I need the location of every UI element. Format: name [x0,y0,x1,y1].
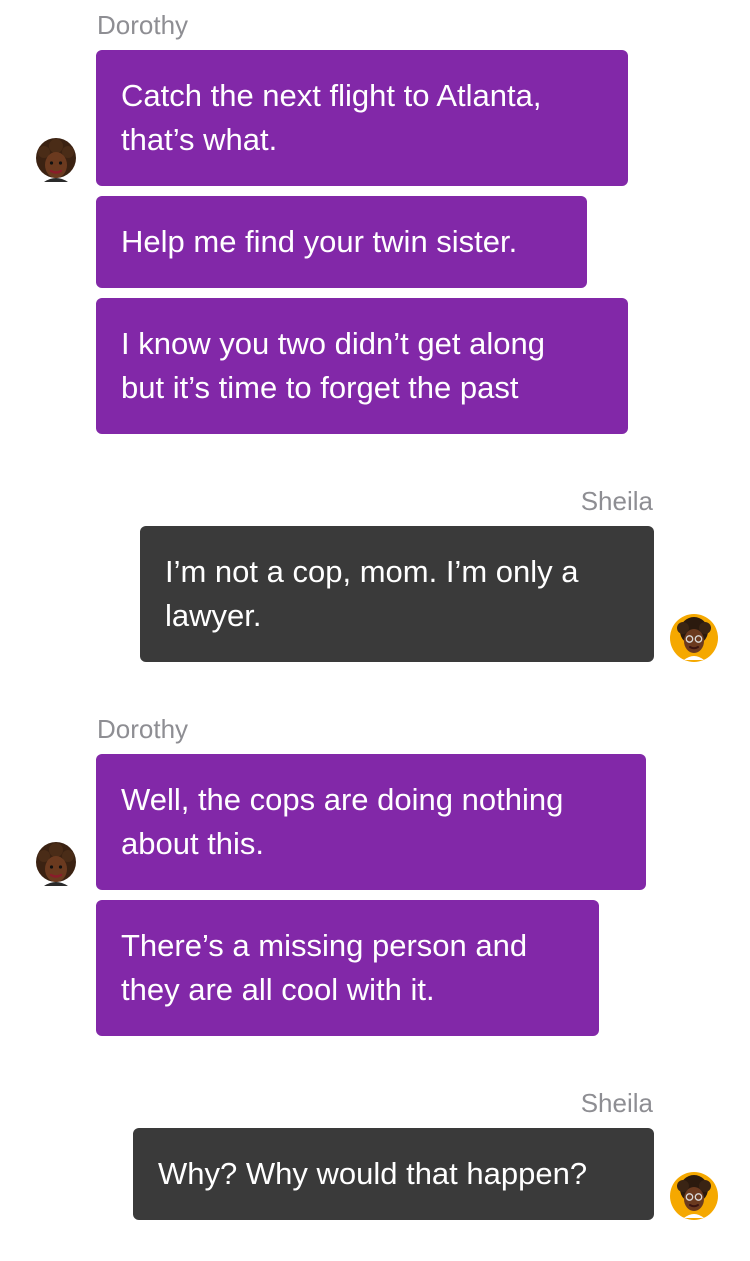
message-line: they are all cool with it. [121,972,435,1007]
sender-name-sheila: Sheila [580,1088,653,1118]
message-line: Why? Why would that happen? [158,1156,588,1191]
message-line: Well, the cops are doing nothing [121,782,564,817]
dorothy-avatar-icon[interactable] [32,842,80,890]
sender-name-dorothy: Dorothy [97,10,189,40]
message-bubble-sheila[interactable]: Why? Why would that happen? [133,1128,654,1220]
message-bubble-dorothy[interactable]: Well, the cops are doing nothing about t… [96,754,646,890]
message-line: lawyer. [165,598,262,633]
message-line: I know you two didn’t get along [121,326,545,361]
sender-name-sheila: Sheila [580,486,653,516]
message-bubble-dorothy[interactable]: Help me find your twin sister. [96,196,587,288]
message-line: but it’s time to forget the past [121,370,519,405]
message-line: There’s a missing person and [121,928,528,963]
message-line: about this. [121,826,265,861]
message-bubble-dorothy[interactable]: There’s a missing person and they are al… [96,900,599,1036]
dorothy-avatar-icon[interactable] [32,138,80,186]
message-line: Catch the next flight to Atlanta, [121,78,542,113]
sheila-avatar-icon[interactable] [670,1172,718,1220]
sheila-avatar-icon[interactable] [670,614,718,662]
message-line: that’s what. [121,122,278,157]
message-bubble-dorothy[interactable]: Catch the next flight to Atlanta, that’s… [96,50,628,186]
message-bubble-dorothy[interactable]: I know you two didn’t get along but it’s… [96,298,628,434]
message-bubble-sheila[interactable]: I’m not a cop, mom. I’m only a lawyer. [140,526,654,662]
message-line: I’m not a cop, mom. I’m only a [165,554,579,589]
sender-name-dorothy: Dorothy [97,714,189,744]
message-line: Help me find your twin sister. [121,224,518,259]
